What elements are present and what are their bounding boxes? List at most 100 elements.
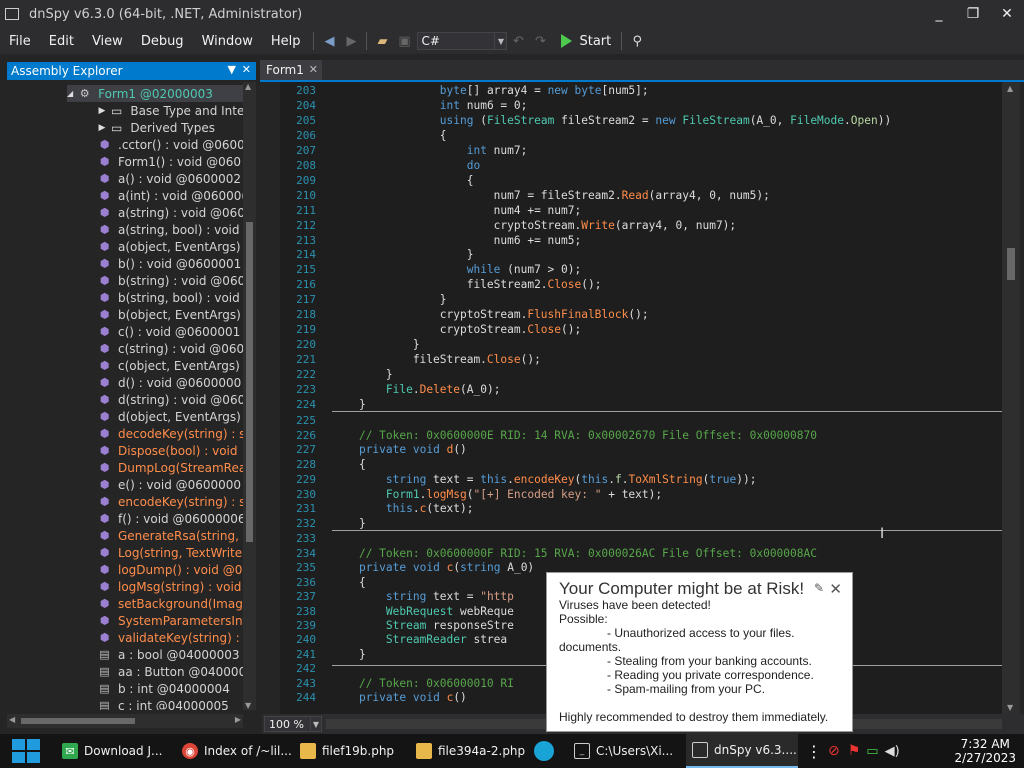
tree-item[interactable]: ⬢ encodeKey(string) : s bbox=[97, 493, 243, 510]
popup-line: - Spam-mailing from your PC. bbox=[607, 682, 766, 696]
menu-view[interactable]: View bbox=[83, 34, 132, 49]
tree-item[interactable]: ▤ b : int @04000004 bbox=[97, 680, 230, 697]
maximize-button[interactable]: ❐ bbox=[956, 0, 990, 28]
code-text: fileStream.Close(); bbox=[332, 353, 541, 366]
field-icon: ▤ bbox=[99, 648, 110, 661]
popup-line: - Unauthorized access to your files. bbox=[607, 626, 795, 640]
zoom-select[interactable]: 100 % ▼ bbox=[264, 716, 322, 732]
tree-item[interactable]: ⬢ a(object, EventArgs) bbox=[97, 238, 241, 255]
menu-window[interactable]: Window bbox=[193, 34, 262, 49]
tree-item[interactable]: ⬢ c(string) : void @060 bbox=[97, 340, 243, 357]
close-icon[interactable]: ✕ bbox=[242, 63, 251, 76]
popup-close-button[interactable]: ✕ bbox=[829, 580, 842, 598]
popup-line: Possible: bbox=[559, 612, 608, 626]
start-menu-button[interactable] bbox=[10, 734, 44, 768]
taskbar-item-browser[interactable]: ◉ Index of /~lil... bbox=[182, 734, 292, 768]
scroll-thumb[interactable] bbox=[21, 718, 135, 724]
edge-icon bbox=[534, 741, 554, 761]
tree-item[interactable]: ◢ ⚙ Form1 @02000003 bbox=[67, 85, 243, 102]
forward-icon[interactable]: ▶ bbox=[342, 32, 360, 50]
taskbar-item-file1[interactable]: filef19b.php bbox=[300, 734, 410, 768]
taskbar-item-cmd[interactable]: _ C:\Users\Xi... bbox=[574, 734, 684, 768]
tree-item[interactable]: ⬢ logMsg(string) : void bbox=[97, 578, 242, 595]
tree-item[interactable]: ⬢ Log(string, TextWrite bbox=[97, 544, 242, 561]
menu-help[interactable]: Help bbox=[262, 34, 310, 49]
open-folder-icon[interactable]: ▰ bbox=[373, 32, 391, 50]
folder-icon bbox=[416, 743, 432, 759]
minimize-button[interactable]: _ bbox=[922, 0, 956, 28]
code-text: string text = this.encodeKey(this.f.ToXm… bbox=[385, 473, 757, 486]
tree-item[interactable]: ⬢ c(object, EventArgs) bbox=[97, 357, 240, 374]
tree-vertical-scrollbar[interactable]: ▲ ▼ bbox=[243, 82, 256, 710]
menu-debug[interactable]: Debug bbox=[132, 34, 193, 49]
tree-item[interactable]: ⬢ logDump() : void @06 bbox=[97, 561, 243, 578]
clock[interactable]: 7:32 AM 2/27/2023 bbox=[954, 737, 1016, 765]
method-icon: ⬢ bbox=[99, 410, 110, 423]
tree-item[interactable]: ⬢ Dispose(bool) : void bbox=[97, 442, 238, 459]
tree-item[interactable]: ⬢ b(string) : void @060 bbox=[97, 272, 243, 289]
tree-item[interactable]: ▤ a : bool @04000003 bbox=[97, 646, 239, 663]
tab-form1[interactable]: Form1 ✕ bbox=[260, 60, 322, 80]
tree-item[interactable]: ⬢ Form1() : void @060 bbox=[97, 153, 241, 170]
tree-horizontal-scrollbar[interactable]: ◀ ▶ bbox=[7, 714, 243, 728]
tree-item[interactable]: ⬢ e() : void @0600000 bbox=[97, 476, 241, 493]
overflow-dots-icon[interactable]: ⋮ bbox=[806, 742, 822, 761]
tree-item[interactable]: ⬢ d() : void @0600000 bbox=[97, 374, 242, 391]
tree-item[interactable]: ⬢ b(object, EventArgs) bbox=[97, 306, 241, 323]
network-icon[interactable]: ▭ bbox=[866, 744, 878, 759]
code-text: private void d() bbox=[358, 443, 467, 456]
tree-item[interactable]: ▤ aa : Button @040000 bbox=[97, 663, 243, 680]
tree-item-label: .cctor() : void @0600 bbox=[118, 137, 243, 152]
text-cursor-icon: I bbox=[880, 526, 885, 542]
tree-item[interactable]: ⬢ d(object, EventArgs) bbox=[97, 408, 241, 425]
editor-vertical-scrollbar[interactable]: ▲ ▼ bbox=[1002, 82, 1020, 714]
tree-item[interactable]: ⬢ validateKey(string) : I bbox=[97, 629, 243, 646]
taskbar-item-dnspy[interactable]: dnSpy v6.3.... bbox=[686, 734, 798, 768]
tree-item[interactable]: ⬢ SystemParametersInf bbox=[97, 612, 243, 629]
tree-item[interactable]: ⬢ c() : void @0600001 bbox=[97, 323, 241, 340]
method-icon: ⬢ bbox=[99, 512, 110, 525]
code-text: while (num7 > 0); bbox=[466, 263, 582, 276]
tree-item[interactable]: ⬢ .cctor() : void @0600 bbox=[97, 136, 243, 153]
settings-icon[interactable]: ✎ bbox=[814, 581, 824, 595]
security-alert-icon[interactable]: ⊘ bbox=[828, 743, 840, 759]
taskbar-item-edge[interactable] bbox=[534, 734, 560, 768]
tree-item[interactable]: ⬢ a(string) : void @060 bbox=[97, 204, 243, 221]
scroll-thumb[interactable] bbox=[1007, 248, 1015, 280]
tree-item[interactable]: ▶ ▭ Base Type and Interf bbox=[97, 102, 243, 119]
redo-icon[interactable]: ↷ bbox=[531, 32, 549, 50]
tree-item[interactable]: ⬢ b(string, bool) : void bbox=[97, 289, 240, 306]
start-button[interactable]: Start bbox=[561, 34, 611, 49]
search-icon[interactable]: ⚲ bbox=[628, 32, 646, 50]
tree-item[interactable]: ⬢ a(string, bool) : void bbox=[97, 221, 240, 238]
language-select[interactable]: C# ▼ bbox=[417, 32, 508, 50]
tree-item[interactable]: ⬢ GenerateRsa(string, bbox=[97, 527, 239, 544]
tree-item[interactable]: ⬢ decodeKey(string) : s bbox=[97, 425, 243, 442]
tree-item-label: logDump() : void @06 bbox=[118, 562, 243, 577]
save-icon[interactable]: ▣ bbox=[395, 32, 413, 50]
tree-item[interactable]: ⬢ a() : void @0600002 bbox=[97, 170, 241, 187]
tree-item[interactable]: ⬢ f() : void @06000006 bbox=[97, 510, 243, 527]
back-icon[interactable]: ◀ bbox=[320, 32, 338, 50]
menu-file[interactable]: File bbox=[0, 34, 40, 49]
expand-icon[interactable]: ◢ bbox=[67, 89, 73, 98]
menu-edit[interactable]: Edit bbox=[40, 34, 83, 49]
tree-item[interactable]: ⬢ b() : void @0600001 bbox=[97, 255, 242, 272]
tree-item[interactable]: ⬢ DumpLog(StreamRea bbox=[97, 459, 243, 476]
tree-item[interactable]: ▤ c : int @04000005 bbox=[97, 697, 229, 711]
close-icon[interactable]: ✕ bbox=[309, 63, 318, 76]
taskbar-item-download[interactable]: ✉ Download J... bbox=[62, 734, 172, 768]
undo-icon[interactable]: ↶ bbox=[509, 32, 527, 50]
tree-item-label: f() : void @06000006 bbox=[118, 511, 243, 526]
tree-item[interactable]: ⬢ d(string) : void @060 bbox=[97, 391, 243, 408]
tree-item[interactable]: ▶ ▭ Derived Types bbox=[97, 119, 215, 136]
tree-item[interactable]: ⬢ a(int) : void @06000( bbox=[97, 187, 243, 204]
volume-icon[interactable]: ◀) bbox=[885, 744, 900, 759]
scroll-thumb[interactable] bbox=[246, 222, 253, 542]
line-number: 236 bbox=[296, 576, 316, 589]
tree-item[interactable]: ⬢ setBackground(Image bbox=[97, 595, 243, 612]
close-button[interactable]: ✕ bbox=[990, 0, 1024, 28]
flag-icon[interactable]: ⚑ bbox=[848, 743, 861, 759]
taskbar-item-file2[interactable]: file394a-2.php bbox=[416, 734, 526, 768]
chevron-down-icon[interactable]: ▼ bbox=[228, 63, 236, 76]
